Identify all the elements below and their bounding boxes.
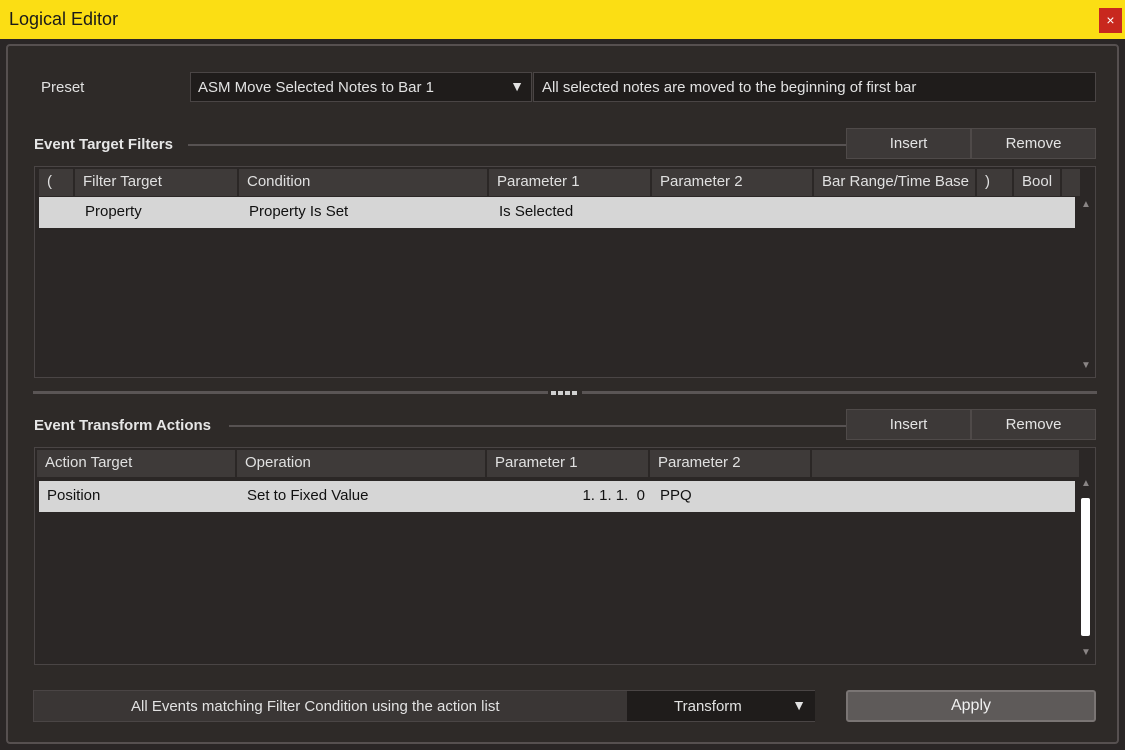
scroll-down-icon[interactable]: ▼ [1080, 360, 1092, 371]
preset-description-field[interactable]: All selected notes are moved to the begi… [533, 72, 1096, 102]
apply-mode-description: All Events matching Filter Condition usi… [131, 698, 500, 715]
filters-col-parameter-1[interactable]: Parameter 1 [489, 169, 652, 196]
chevron-down-icon: ▼ [510, 78, 524, 94]
action-row-target: Position [47, 487, 101, 504]
filters-col-condition[interactable]: Condition [239, 169, 489, 196]
action-row-parameter-1: 1. 1. 1. 0 [582, 487, 645, 504]
preset-label: Preset [41, 79, 85, 96]
filters-col-parameter-2[interactable]: Parameter 2 [652, 169, 814, 196]
action-row-operation: Set to Fixed Value [247, 487, 369, 504]
window-title: Logical Editor [9, 9, 119, 29]
filters-remove-button[interactable]: Remove [971, 128, 1096, 159]
close-icon[interactable]: × [1099, 8, 1122, 33]
actions-section-title: Event Transform Actions [34, 417, 211, 434]
filters-col-filter-target[interactable]: Filter Target [75, 169, 239, 196]
actions-col-operation[interactable]: Operation [237, 450, 487, 477]
actions-col-action-target[interactable]: Action Target [37, 450, 237, 477]
preset-dropdown[interactable]: ASM Move Selected Notes to Bar 1 ▼ [190, 72, 532, 102]
filters-scrollbar[interactable]: ▲ ▼ [1079, 197, 1093, 375]
actions-table-header: Action Target Operation Parameter 1 Para… [35, 448, 1095, 478]
actions-scrollbar[interactable]: ▲ ▼ [1079, 478, 1093, 662]
filters-divider [188, 144, 846, 146]
actions-col-parameter-2[interactable]: Parameter 2 [650, 450, 812, 477]
filter-row-target: Property [85, 203, 142, 220]
apply-mode-bar: All Events matching Filter Condition usi… [33, 690, 815, 722]
actions-col-parameter-1[interactable]: Parameter 1 [487, 450, 650, 477]
filters-insert-button[interactable]: Insert [846, 128, 971, 159]
table-row[interactable]: Position Set to Fixed Value 1. 1. 1. 0 P… [39, 481, 1075, 512]
scrollbar-thumb[interactable] [1081, 498, 1090, 636]
title-bar: Logical Editor × [0, 0, 1125, 39]
actions-remove-button[interactable]: Remove [971, 409, 1096, 440]
chevron-down-icon: ▼ [792, 697, 806, 713]
actions-table: Action Target Operation Parameter 1 Para… [34, 447, 1096, 665]
function-mode-value: Transform [674, 698, 742, 715]
splitter-grip-icon[interactable] [551, 391, 579, 395]
actions-insert-button[interactable]: Insert [846, 409, 971, 440]
actions-divider [229, 425, 846, 427]
preset-selected-value: ASM Move Selected Notes to Bar 1 [198, 79, 434, 96]
scroll-down-icon[interactable]: ▼ [1080, 647, 1092, 658]
filter-row-condition: Property Is Set [249, 203, 349, 220]
filter-row-parameter-1: Is Selected [499, 203, 574, 220]
preset-description: All selected notes are moved to the begi… [542, 79, 917, 96]
scroll-up-icon[interactable]: ▲ [1080, 478, 1092, 489]
filters-table: ( Filter Target Condition Parameter 1 Pa… [34, 166, 1096, 378]
panel-splitter[interactable] [33, 391, 1097, 395]
actions-col-spacer [812, 450, 1079, 477]
action-row-parameter-2: PPQ [660, 487, 692, 504]
filters-section-title: Event Target Filters [34, 136, 173, 153]
filters-col-close-paren[interactable]: ) [977, 169, 1014, 196]
filters-col-open-paren[interactable]: ( [39, 169, 75, 196]
apply-button[interactable]: Apply [846, 690, 1096, 722]
scroll-up-icon[interactable]: ▲ [1080, 199, 1092, 210]
filters-col-bar-range[interactable]: Bar Range/Time Base [814, 169, 977, 196]
filters-col-spacer [1062, 169, 1080, 196]
splitter-line-left [33, 391, 548, 394]
function-mode-dropdown[interactable]: Transform ▼ [627, 691, 815, 721]
filters-table-header: ( Filter Target Condition Parameter 1 Pa… [35, 167, 1095, 197]
table-row[interactable]: Property Property Is Set Is Selected [39, 197, 1075, 228]
filters-col-bool[interactable]: Bool [1014, 169, 1062, 196]
splitter-line-right [582, 391, 1097, 394]
